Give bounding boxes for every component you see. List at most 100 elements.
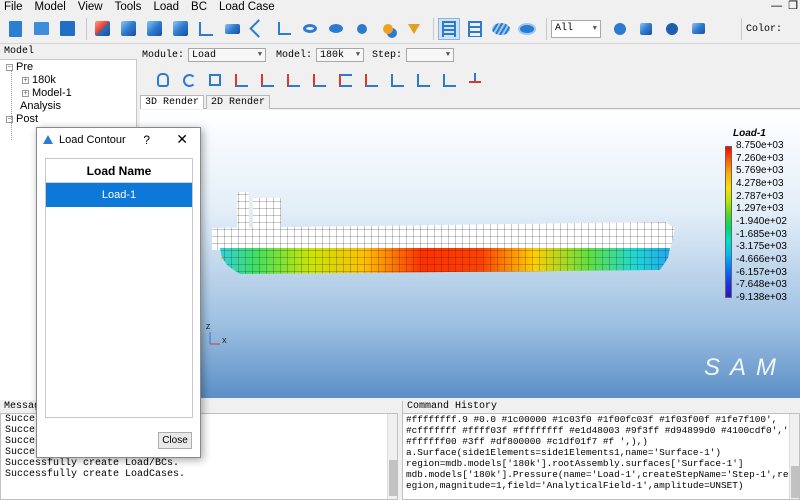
disk-icon xyxy=(492,22,510,35)
point-button[interactable] xyxy=(351,18,373,40)
zoom-box-icon xyxy=(209,74,221,86)
render-node-icon xyxy=(614,22,626,35)
menu-bc[interactable]: BC xyxy=(191,0,207,14)
menu-bar: File Model View Tools Load BC Load Case xyxy=(0,0,800,14)
tree-node-analysis[interactable]: Analysis xyxy=(20,100,61,113)
triad-x-label: X xyxy=(222,338,227,345)
view-iso-1-button[interactable] xyxy=(386,69,408,91)
axis-view-icon xyxy=(312,73,326,87)
tree-node-post[interactable]: − Post xyxy=(6,113,38,126)
new-file-button[interactable] xyxy=(4,18,26,40)
shell-button[interactable] xyxy=(221,18,243,40)
load-button[interactable] xyxy=(403,18,425,40)
restore-button[interactable]: ❐ xyxy=(788,0,798,12)
line-button[interactable] xyxy=(247,18,269,40)
grid-bars-icon xyxy=(442,20,456,37)
expand-icon[interactable]: + xyxy=(22,76,29,84)
step-select[interactable]: ▼ xyxy=(406,48,455,62)
connector-button[interactable] xyxy=(377,18,399,40)
grid-bars-button[interactable] xyxy=(438,17,460,40)
save-button[interactable] xyxy=(56,18,78,40)
view-toolbar xyxy=(140,67,800,93)
tree-node-model-1[interactable]: + Model-1 xyxy=(22,87,72,100)
node-button[interactable] xyxy=(195,18,217,40)
tree-node-label: Pre xyxy=(16,61,34,73)
render-viewport[interactable]: x X Z Load-1 8.750e+03 7.260e+03 5.769e+… xyxy=(140,110,800,398)
view-iso-2-button[interactable] xyxy=(412,69,434,91)
render-face-icon xyxy=(666,22,678,35)
tab-3d-render[interactable]: 3D Render xyxy=(140,95,205,109)
ring-button[interactable] xyxy=(325,18,347,40)
close-button[interactable]: Close xyxy=(158,432,192,449)
triad-z-label: Z xyxy=(206,324,211,331)
point-icon xyxy=(357,23,367,34)
minimize-button[interactable]: — xyxy=(771,0,782,12)
render-node-button[interactable] xyxy=(609,18,631,40)
command-line: #cfffffff #ffff03f #ffffffff #e1d48003 #… xyxy=(406,425,789,436)
app-window: File Model View Tools Load BC Load Case … xyxy=(0,0,800,500)
menu-load[interactable]: Load xyxy=(153,0,179,14)
tree-node-label: Analysis xyxy=(20,100,61,112)
funnel-mesh xyxy=(237,192,249,228)
disk-button[interactable] xyxy=(490,18,512,40)
menu-load-case[interactable]: Load Case xyxy=(219,0,275,14)
help-button[interactable]: ? xyxy=(143,133,150,147)
pan-button[interactable] xyxy=(152,69,174,91)
close-icon[interactable]: ✕ xyxy=(176,131,188,148)
solid-button[interactable] xyxy=(143,18,165,40)
toolbar-separator xyxy=(433,17,434,40)
mesh-button[interactable] xyxy=(117,18,139,40)
scrollbar-thumb[interactable] xyxy=(389,460,397,496)
disk-filled-button[interactable] xyxy=(516,18,538,40)
command-history-scrollbar[interactable] xyxy=(789,414,799,499)
module-select[interactable]: Load ▼ xyxy=(188,48,267,62)
view-iso-3-button[interactable] xyxy=(438,69,460,91)
hull-upper-mesh xyxy=(212,222,675,250)
scrollbar-thumb[interactable] xyxy=(791,466,799,498)
expand-icon[interactable]: + xyxy=(22,89,29,97)
section-cube-icon xyxy=(172,21,188,36)
open-file-button[interactable] xyxy=(30,18,52,40)
legend-value: -9.138e+03 xyxy=(736,292,787,303)
filter-select[interactable]: All ▼ xyxy=(551,19,601,38)
rotate-button[interactable] xyxy=(178,69,200,91)
menu-tools[interactable]: Tools xyxy=(115,0,142,14)
menu-model[interactable]: Model xyxy=(35,0,66,14)
beam-button[interactable] xyxy=(299,18,321,40)
tab-2d-render[interactable]: 2D Render xyxy=(206,95,271,109)
collapse-icon[interactable]: − xyxy=(6,115,13,123)
view-left-button[interactable] xyxy=(282,69,304,91)
truss-button[interactable] xyxy=(273,18,295,40)
load-list-item[interactable]: Load-1 xyxy=(46,183,192,207)
part-button[interactable] xyxy=(91,18,113,40)
triad-button[interactable] xyxy=(464,69,486,91)
command-line: a.Surface(side1Elements=side1Elements1,n… xyxy=(406,447,722,458)
view-bottom-button[interactable] xyxy=(360,69,382,91)
view-right-button[interactable] xyxy=(308,69,330,91)
collapse-icon[interactable]: − xyxy=(6,63,13,71)
tree-node-180k[interactable]: +180k xyxy=(22,74,56,87)
view-top-button[interactable] xyxy=(334,69,356,91)
model-select[interactable]: 180k ▼ xyxy=(316,48,365,62)
menu-file[interactable]: File xyxy=(4,0,23,14)
legend-value: 8.750e+03 xyxy=(736,140,784,151)
render-element-button[interactable] xyxy=(635,18,657,40)
menu-view[interactable]: View xyxy=(78,0,103,14)
command-line: #ffffff00 #3ff #df800000 #c1df01f7 #f ',… xyxy=(406,436,648,447)
view-back-button[interactable] xyxy=(256,69,278,91)
ladder-icon xyxy=(468,20,482,37)
render-shade-button[interactable] xyxy=(687,18,709,40)
zoom-box-button[interactable] xyxy=(204,69,226,91)
module-label: Module: xyxy=(142,49,185,61)
load-name-column-header: Load Name xyxy=(46,159,192,183)
section-button[interactable] xyxy=(169,18,191,40)
render-face-button[interactable] xyxy=(661,18,683,40)
tree-node-pre[interactable]: − Pre xyxy=(6,61,33,74)
command-history-panel[interactable]: #ffffffff.9 #0.0 #1c00000 #1c03f0 #1f00f… xyxy=(402,413,800,500)
legend-value: -7.648e+03 xyxy=(736,279,787,291)
view-front-button[interactable] xyxy=(230,69,252,91)
ladder-button[interactable] xyxy=(464,18,486,40)
axis-view-icon xyxy=(234,73,248,87)
messages-scrollbar[interactable] xyxy=(387,414,397,499)
render-tabs: 3D Render 2D Render xyxy=(140,95,800,109)
